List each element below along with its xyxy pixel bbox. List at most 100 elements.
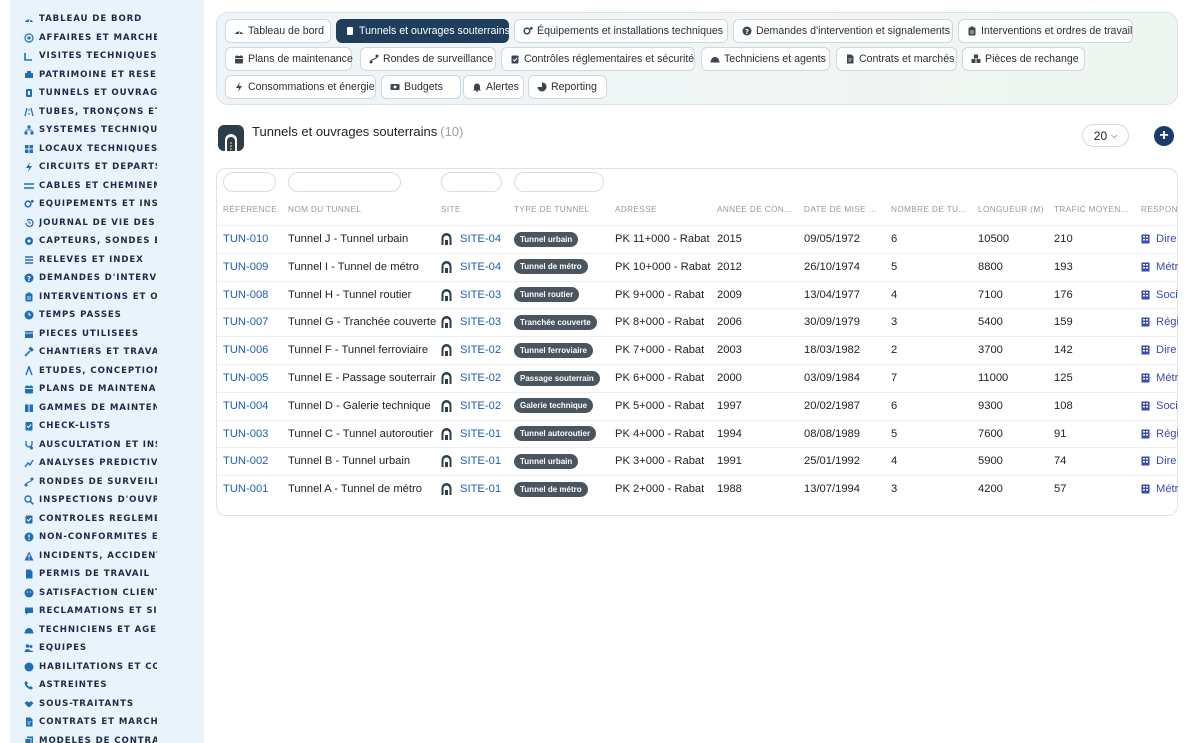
sidebar-item-visites-techniques-et[interactable]: VISITES TECHNIQUES ET (10, 47, 204, 65)
sidebar-item-rondes-de-surveillan[interactable]: RONDES DE SURVEILLAN (10, 473, 204, 491)
sidebar-item-chantiers-et-travaux[interactable]: CHANTIERS ET TRAVAUX (10, 343, 204, 361)
table-row[interactable]: TUN-003 Tunnel C - Tunnel autoroutier SITE… (217, 419, 1178, 448)
sidebar-item-etudes-conception-et[interactable]: ÉTUDES, CONCEPTION ET (10, 362, 204, 380)
sidebar-item-pieces-utilisees[interactable]: PIÈCES UTILISÉES (10, 325, 204, 343)
table-row[interactable]: TUN-005 Tunnel E - Passage souterrain SITE… (217, 364, 1178, 392)
sidebar-item-check-lists[interactable]: CHECK-LISTS (10, 417, 204, 435)
site-link[interactable]: SITE-02 (441, 337, 507, 364)
sidebar-item-tableau-de-bord[interactable]: TABLEAU DE BORD (10, 10, 204, 28)
site-link-text[interactable]: SITE-01 (460, 428, 501, 440)
reference-link[interactable]: TUN-009 (223, 254, 283, 281)
sidebar-item-patrimoine-et-reseaux[interactable]: PATRIMOINE ET RÉSEAUX (10, 66, 204, 84)
reference-link[interactable]: TUN-003 (223, 421, 283, 448)
tab-rondes-de-surveillance[interactable]: Rondes de surveillance (360, 47, 496, 71)
column-header-trafic-moyen[interactable]: TRAFIC MOYEN… (1054, 205, 1132, 214)
sidebar-item-controles-reglement[interactable]: CONTRÔLES RÉGLEMENT (10, 510, 204, 528)
reference-link-text[interactable]: TUN-004 (223, 400, 268, 412)
responsible-text[interactable]: Soci (1156, 400, 1178, 412)
column-header-adresse[interactable]: ADRESSE (615, 205, 710, 214)
sidebar-item-inspections-d-ouvrag[interactable]: INSPECTIONS D'OUVRAG (10, 491, 204, 509)
site-link-text[interactable]: SITE-01 (460, 483, 501, 495)
site-link-text[interactable]: SITE-03 (460, 289, 501, 301)
column-header-site[interactable]: SITE (441, 205, 501, 214)
filter-type-input[interactable] (514, 172, 604, 192)
reference-link[interactable]: TUN-005 (223, 365, 283, 392)
page-size-select[interactable]: 20 ⌵ (1082, 124, 1129, 147)
sidebar-item-demandes-d-intervent[interactable]: ? DEMANDES D'INTERVENT (10, 269, 204, 287)
sidebar-item-permis-de-travail[interactable]: PERMIS DE TRAVAIL (10, 565, 204, 583)
site-link-text[interactable]: SITE-02 (460, 344, 501, 356)
responsible-link[interactable]: Métr (1141, 365, 1178, 392)
responsible-link[interactable]: Régi (1141, 421, 1178, 448)
tab-interventions-et-ordres-de-travail[interactable]: Interventions et ordres de travail (958, 19, 1133, 43)
tab-techniciens-et-agents[interactable]: Techniciens et agents (701, 47, 830, 71)
column-header-nom-du-tunnel[interactable]: NOM DU TUNNEL (288, 205, 428, 214)
tab-plans-de-maintenance[interactable]: Plans de maintenance (225, 47, 353, 71)
responsible-text[interactable]: Régi (1156, 428, 1178, 440)
tab-tunnels-et-ouvrages-souterrains[interactable]: Tunnels et ouvrages souterrains (336, 19, 510, 43)
sidebar-item-sous-traitants[interactable]: SOUS-TRAITANTS (10, 695, 204, 713)
sidebar-item-satisfaction-client[interactable]: SATISFACTION CLIENT (10, 584, 204, 602)
responsible-text[interactable]: Soci (1156, 289, 1178, 301)
filter-name-input[interactable] (288, 172, 401, 192)
responsible-text[interactable]: Métr (1156, 261, 1178, 273)
column-header-responsable[interactable]: RESPON (1141, 205, 1181, 214)
responsible-text[interactable]: Dire (1156, 344, 1177, 356)
site-link[interactable]: SITE-04 (441, 226, 507, 253)
sidebar-item-journal-de-vie-des-eq[interactable]: JOURNAL DE VIE DES ÉQ (10, 214, 204, 232)
reference-link[interactable]: TUN-007 (223, 309, 283, 336)
responsible-link[interactable]: Soci (1141, 393, 1178, 420)
sidebar-item-non-conformites-et-a[interactable]: NON-CONFORMITÉS ET A (10, 528, 204, 546)
sidebar-item-analyses-predictives[interactable]: ANALYSES PRÉDICTIVES (10, 454, 204, 472)
column-header-reference[interactable]: RÉFÉRENCE (223, 205, 283, 214)
reference-link-text[interactable]: TUN-009 (223, 261, 268, 273)
filter-reference-input[interactable] (223, 172, 276, 192)
sidebar-item-techniciens-et-agents[interactable]: TECHNICIENS ET AGENTS (10, 621, 204, 639)
site-link[interactable]: SITE-01 (441, 448, 507, 475)
table-row[interactable]: TUN-007 Tunnel G - Tranchée couverte SITE-… (217, 308, 1178, 336)
site-link-text[interactable]: SITE-03 (460, 316, 501, 328)
responsible-link[interactable]: Dire (1141, 448, 1178, 475)
sidebar-item-gammes-de-maintenan[interactable]: GAMMES DE MAINTENAN (10, 399, 204, 417)
responsible-text[interactable]: Métr (1156, 483, 1178, 495)
site-link-text[interactable]: SITE-01 (460, 455, 501, 467)
site-link[interactable]: SITE-02 (441, 393, 507, 420)
reference-link[interactable]: TUN-006 (223, 337, 283, 364)
responsible-link[interactable]: Dire (1141, 337, 1178, 364)
table-row[interactable]: TUN-004 Tunnel D - Galerie technique SITE-… (217, 391, 1178, 420)
reference-link-text[interactable]: TUN-007 (223, 316, 268, 328)
table-row[interactable]: TUN-001 Tunnel A - Tunnel de métro SITE-01… (217, 475, 1178, 502)
reference-link[interactable]: TUN-002 (223, 448, 283, 475)
sidebar-item-astreintes[interactable]: ASTREINTES (10, 676, 204, 694)
tab-pieces-de-rechange[interactable]: Pièces de rechange (962, 47, 1085, 71)
tab-equipements-et-installations-techniques[interactable]: Équipements et installations techniques (514, 19, 728, 43)
add-button[interactable]: + (1154, 126, 1174, 146)
responsible-text[interactable]: Régi (1156, 316, 1178, 328)
responsible-link[interactable]: Métr (1141, 254, 1178, 281)
sidebar-item-modeles-de-contrats[interactable]: MODÈLES DE CONTRATS (10, 732, 204, 743)
tab-consommations-et-energie[interactable]: Consommations et énergie (225, 75, 376, 99)
sidebar-item-temps-passes[interactable]: TEMPS PASSÉS (10, 306, 204, 324)
responsible-link[interactable]: Soci (1141, 282, 1178, 309)
reference-link-text[interactable]: TUN-003 (223, 428, 268, 440)
reference-link[interactable]: TUN-008 (223, 282, 283, 309)
sidebar-item-tunnels-et-ouvrages[interactable]: TUNNELS ET OUVRAGES (10, 84, 204, 102)
sidebar-item-incidents-accidents-e[interactable]: INCIDENTS, ACCIDENTS E (10, 547, 204, 565)
tab-alertes[interactable]: Alertes (463, 75, 524, 99)
table-row[interactable]: TUN-010 Tunnel J - Tunnel urbain SITE-04 Tu… (217, 225, 1177, 252)
tab-contrats-et-marches[interactable]: Contrats et marchés (836, 47, 957, 71)
responsible-text[interactable]: Métr (1156, 372, 1178, 384)
responsible-text[interactable]: Dire (1156, 233, 1177, 245)
sidebar-item-affaires-et-marches[interactable]: AFFAIRES ET MARCHÉS (10, 29, 204, 47)
sidebar-item-plans-de-maintenance[interactable]: PLANS DE MAINTENANCE (10, 380, 204, 398)
table-row[interactable]: TUN-002 Tunnel B - Tunnel urbain SITE-01 Tu… (217, 447, 1177, 474)
sidebar-item-reclamations-et-signa[interactable]: RÉCLAMATIONS ET SIGNA (10, 602, 204, 620)
tab-controles-reglementaires-et-securite[interactable]: Contrôles réglementaires et sécurité (501, 47, 695, 71)
responsible-link[interactable]: Dire (1141, 226, 1178, 253)
tab-demandes-d-intervention-et-signalements[interactable]: ? Demandes d'intervention et signalements (733, 19, 953, 43)
table-row[interactable]: TUN-009 Tunnel I - Tunnel de métro SITE-04… (217, 252, 1178, 281)
sidebar-item-cables-et-cheminement[interactable]: CÂBLES ET CHEMINEMENT (10, 177, 204, 195)
tab-reporting[interactable]: Reporting (528, 75, 607, 99)
column-header-nombre-de-tubes[interactable]: NOMBRE DE TU… (891, 205, 967, 214)
sidebar-item-releves-et-index[interactable]: RELEVÉS ET INDEX (10, 251, 204, 269)
